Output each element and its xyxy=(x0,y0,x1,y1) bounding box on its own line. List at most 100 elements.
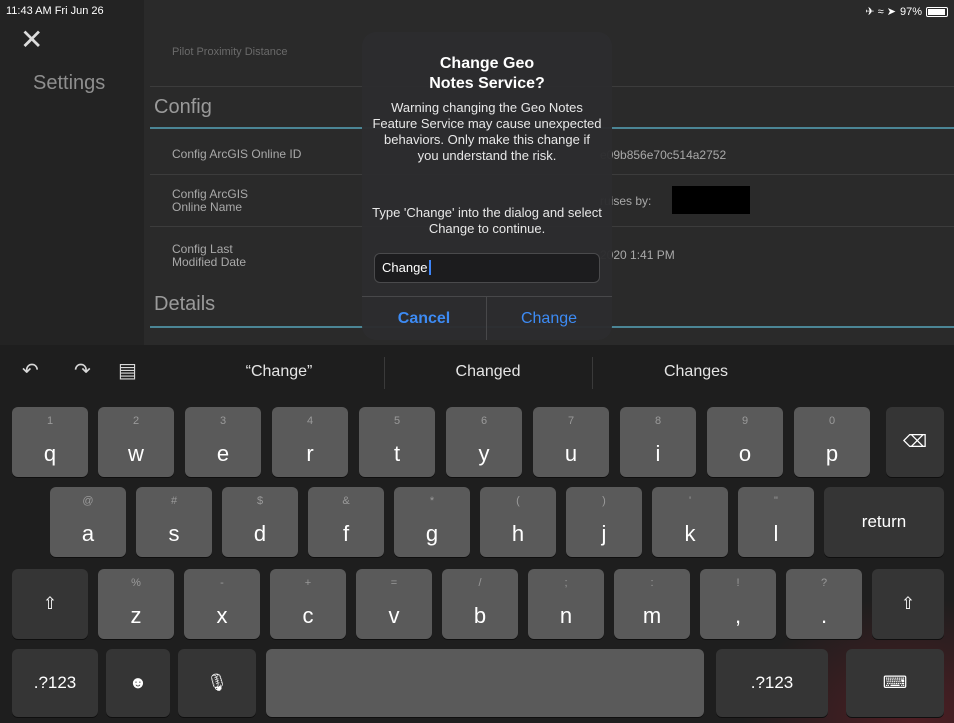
key-s[interactable]: # s xyxy=(136,487,212,557)
suggestion-1[interactable]: “Change” xyxy=(179,363,379,381)
key-hint: ? xyxy=(820,577,828,589)
key-hint: ! xyxy=(736,577,740,589)
cancel-button[interactable]: Cancel xyxy=(362,297,486,340)
confirm-text-value: Change xyxy=(382,260,428,275)
shift-left-key[interactable]: ⇧ xyxy=(12,569,88,639)
key-h[interactable]: (h xyxy=(480,487,556,557)
key-letter: o xyxy=(738,441,752,466)
key-hint: 3 xyxy=(219,415,227,427)
key-o[interactable]: 9o xyxy=(707,407,783,477)
key-a[interactable]: @ a xyxy=(50,487,126,557)
status-time: 11:43 AM Fri Jun 26 xyxy=(6,5,104,17)
key-w[interactable]: 2w xyxy=(98,407,174,477)
key-d[interactable]: $ d xyxy=(222,487,298,557)
key-hint: * xyxy=(429,495,435,507)
key-m[interactable]: :m xyxy=(614,569,690,639)
return-key[interactable]: return xyxy=(824,487,944,557)
key-letter: , xyxy=(734,603,742,628)
key-x[interactable]: -x xyxy=(184,569,260,639)
key-letter: . xyxy=(820,603,828,628)
sidebar: ✕ Settings xyxy=(0,0,144,345)
key-v[interactable]: = v xyxy=(356,569,432,639)
dialog-instruction: Type 'Change' into the dialog and select… xyxy=(372,205,602,236)
numbers-label: .?123 xyxy=(33,673,77,692)
key-letter: l xyxy=(773,521,779,546)
key-r[interactable]: 4r xyxy=(272,407,348,477)
close-icon[interactable]: ✕ xyxy=(20,26,43,54)
key-q[interactable]: 1q xyxy=(12,407,88,477)
key-i[interactable]: 8i xyxy=(620,407,696,477)
key-hint: & xyxy=(342,495,350,507)
key-u[interactable]: 7u xyxy=(533,407,609,477)
key-hint: % xyxy=(131,577,141,589)
key-letter: n xyxy=(559,603,573,628)
suggestion-2[interactable]: Changed xyxy=(388,363,588,381)
change-button[interactable]: Change xyxy=(487,297,611,340)
key-hint: = xyxy=(390,577,398,589)
key-letter: u xyxy=(564,441,578,466)
key-t[interactable]: 5t xyxy=(359,407,435,477)
dialog-title: Change Geo Notes Service? xyxy=(429,55,545,92)
key-letter: q xyxy=(43,441,57,466)
numbers-right-key[interactable]: .?123 xyxy=(716,649,828,717)
shift-right-key[interactable]: ⇧ xyxy=(872,569,944,639)
status-indicators: ✈ ≈ ➤ 97% xyxy=(865,5,948,18)
key-l[interactable]: " l xyxy=(738,487,814,557)
space-bar[interactable] xyxy=(266,649,704,717)
confirm-text-field[interactable]: Change xyxy=(374,253,600,283)
config-id-value: e09b856e70c514a2752 xyxy=(600,148,727,162)
battery-icon xyxy=(926,6,948,17)
suggestion-3[interactable]: Changes xyxy=(596,363,796,381)
key-letter: i xyxy=(655,441,661,466)
emoji-key[interactable]: ☻ xyxy=(106,649,170,717)
key-period[interactable]: ?. xyxy=(786,569,862,639)
key-f[interactable]: & f xyxy=(308,487,384,557)
key-comma[interactable]: !, xyxy=(700,569,776,639)
key-hint: $ xyxy=(256,495,264,507)
key-c[interactable]: + c xyxy=(270,569,346,639)
redo-icon[interactable]: ↷ xyxy=(74,361,91,381)
battery-percent: 97% xyxy=(899,5,922,18)
key-b[interactable]: / b xyxy=(442,569,518,639)
key-hint: # xyxy=(170,495,178,507)
paste-icon[interactable]: ▤ xyxy=(118,361,137,381)
key-hint: ( xyxy=(516,495,520,507)
dialog-message: Warning changing the Geo Notes Feature S… xyxy=(372,100,602,163)
key-letter: g xyxy=(425,521,439,546)
key-letter: r xyxy=(306,441,314,466)
key-z[interactable]: % z xyxy=(98,569,174,639)
key-hint: 4 xyxy=(306,415,314,427)
shift-icon: ⇧ xyxy=(42,594,58,613)
key-letter: e xyxy=(216,441,230,466)
key-n[interactable]: ; n xyxy=(528,569,604,639)
hide-keyboard-key[interactable]: ⌨ xyxy=(846,649,944,717)
key-p[interactable]: 0p xyxy=(794,407,870,477)
suggestion-divider xyxy=(592,357,593,389)
key-j[interactable]: ) j xyxy=(566,487,642,557)
key-hint: 7 xyxy=(567,415,575,427)
key-letter: z xyxy=(130,603,142,628)
key-letter: s xyxy=(168,521,180,546)
key-y[interactable]: 6y xyxy=(446,407,522,477)
key-hint: 1 xyxy=(46,415,54,427)
key-hint: 6 xyxy=(480,415,488,427)
key-hint: : xyxy=(650,577,654,589)
key-letter: v xyxy=(388,603,400,628)
microphone-icon: 🎙 xyxy=(206,673,228,692)
change-service-dialog: Change Geo Notes Service? Warning changi… xyxy=(362,32,612,340)
numbers-left-key[interactable]: .?123 xyxy=(12,649,98,717)
backspace-key[interactable]: ⌫ xyxy=(886,407,944,477)
suggestion-divider xyxy=(384,357,385,389)
key-e[interactable]: 3e xyxy=(185,407,261,477)
key-letter: j xyxy=(601,521,607,546)
undo-icon[interactable]: ↶ xyxy=(22,361,39,381)
key-hint: + xyxy=(304,577,312,589)
dictation-key[interactable]: 🎙 xyxy=(178,649,256,717)
key-g[interactable]: * g xyxy=(394,487,470,557)
key-k[interactable]: ' k xyxy=(652,487,728,557)
key-hint: 5 xyxy=(393,415,401,427)
key-hint: / xyxy=(478,577,482,589)
key-letter: t xyxy=(393,441,401,466)
key-hint: 9 xyxy=(741,415,749,427)
return-label: return xyxy=(861,512,907,531)
